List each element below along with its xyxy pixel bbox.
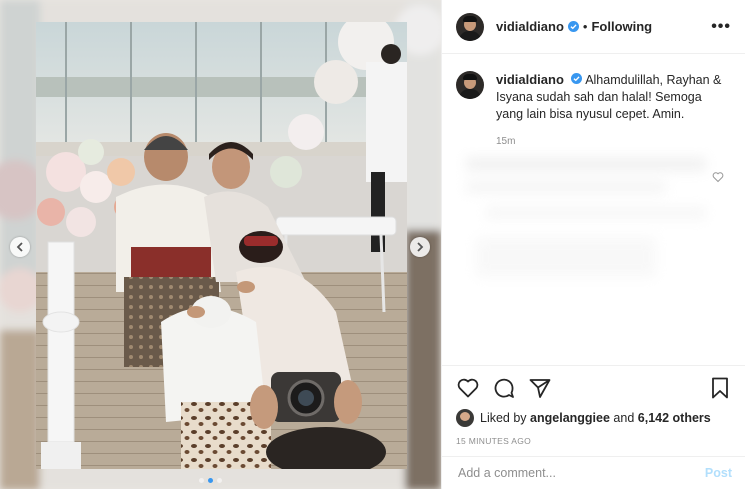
likes-others-link[interactable]: 6,142 others: [638, 411, 711, 425]
caption: vidialdiano Alhamdulillah, Rayhan & Isya…: [442, 55, 745, 150]
likes-middle: and: [613, 411, 635, 425]
post-actions: Liked by angelanggiee and 6,142 others 1…: [442, 365, 745, 446]
post-timestamp[interactable]: 15 MINUTES AGO: [442, 427, 745, 446]
verified-badge-icon: [571, 73, 583, 84]
comment-icon[interactable]: [492, 376, 516, 400]
chevron-left-icon: [16, 242, 23, 252]
avatar[interactable]: [456, 12, 484, 41]
comment-like-heart-icon[interactable]: [712, 171, 724, 183]
post-comment-button[interactable]: Post: [705, 466, 732, 480]
caption-avatar[interactable]: [456, 71, 484, 99]
bookmark-icon[interactable]: [708, 376, 732, 400]
caption-username[interactable]: vidialdiano: [496, 72, 564, 87]
carousel-dot: [217, 478, 222, 483]
post-header: vidialdiano • Following •••: [442, 0, 745, 54]
share-icon[interactable]: [528, 376, 552, 400]
post-panel: vidialdiano • Following ••• vidialdiano …: [441, 0, 745, 489]
comments-area[interactable]: vidialdiano Alhamdulillah, Rayhan & Isya…: [442, 55, 745, 365]
carousel-next-button[interactable]: [410, 237, 430, 257]
main-photo: [36, 22, 407, 469]
liker-avatar[interactable]: [456, 409, 474, 427]
comment-input[interactable]: [456, 465, 705, 481]
liker-username[interactable]: angelanggiee: [530, 411, 610, 425]
carousel-indicator: [199, 478, 222, 483]
blurred-comment: [466, 157, 706, 277]
header-separator: •: [582, 19, 588, 34]
add-comment-bar: Post: [442, 456, 745, 489]
following-button[interactable]: Following: [591, 19, 652, 34]
chevron-right-icon: [417, 242, 424, 252]
post-media: [0, 0, 441, 489]
carousel-dot: [199, 478, 204, 483]
wedding-photo-illustration: [36, 22, 407, 469]
carousel-dot-active: [208, 478, 213, 483]
verified-badge-icon: [567, 21, 579, 32]
header-username[interactable]: vidialdiano: [496, 19, 564, 34]
more-options-button[interactable]: •••: [711, 18, 731, 36]
likes-summary: Liked by angelanggiee and 6,142 others: [442, 400, 745, 427]
carousel-prev-button[interactable]: [10, 237, 30, 257]
likes-prefix: Liked by: [480, 411, 527, 425]
heart-icon[interactable]: [456, 376, 480, 400]
